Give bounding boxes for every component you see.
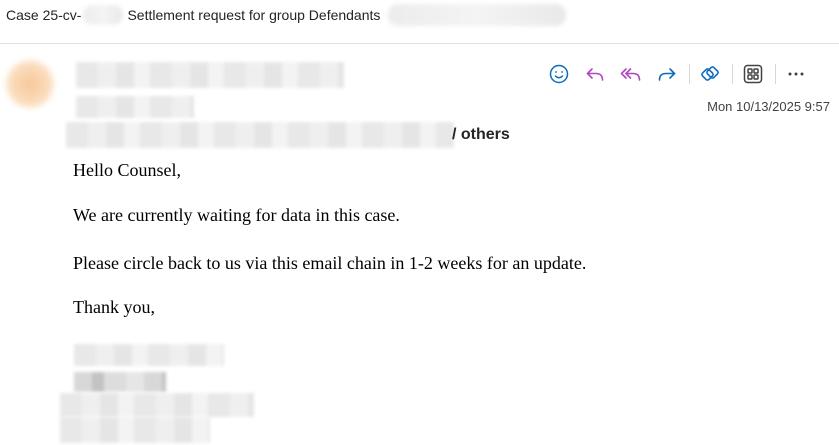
- loop-icon: [701, 66, 719, 81]
- more-actions-button[interactable]: [782, 60, 810, 88]
- toolbar-separator: [689, 64, 690, 84]
- forward-button[interactable]: [653, 60, 681, 88]
- reply-all-icon: [620, 68, 641, 81]
- redacted-signature-line-2: [74, 372, 166, 392]
- header-divider: [0, 43, 839, 44]
- redacted-sender-name[interactable]: [76, 62, 344, 88]
- body-line-2: Please circle back to us via this email …: [73, 253, 587, 273]
- body-line-1: We are currently waiting for data in thi…: [73, 205, 400, 225]
- message-toolbar: [545, 60, 818, 88]
- redacted-sender-line: [76, 96, 194, 118]
- redacted-signature-line-3: [60, 393, 254, 417]
- sender-avatar[interactable]: [6, 60, 54, 108]
- subject-bar: Case 25-cv- Settlement request for group…: [0, 0, 839, 30]
- redacted-signature-line-4: [60, 417, 210, 443]
- toolbar-separator: [732, 64, 733, 84]
- emoji-button[interactable]: [545, 60, 573, 88]
- more-icon: [788, 72, 804, 76]
- case-number: Case 25-cv-: [6, 7, 82, 23]
- redacted-subject-tail: [388, 4, 567, 26]
- redacted-signature-line-1: [74, 344, 224, 366]
- toolbar-separator: [775, 64, 776, 84]
- emoji-icon: [549, 64, 569, 84]
- apps-button[interactable]: [739, 60, 767, 88]
- subject-title: Settlement request for group Defendants: [127, 7, 381, 23]
- reply-icon: [586, 68, 604, 81]
- apps-icon: [743, 64, 763, 84]
- forward-icon: [658, 68, 676, 81]
- redacted-recipients[interactable]: [66, 122, 454, 148]
- loop-button[interactable]: [696, 60, 724, 88]
- reply-all-button[interactable]: [617, 60, 645, 88]
- greeting: Hello Counsel,: [73, 160, 181, 180]
- reply-button[interactable]: [581, 60, 609, 88]
- recipients-others[interactable]: / others: [452, 126, 510, 144]
- closing: Thank you,: [73, 297, 155, 317]
- redacted-case-number: [83, 5, 124, 25]
- message-timestamp: Mon 10/13/2025 9:57: [707, 99, 830, 114]
